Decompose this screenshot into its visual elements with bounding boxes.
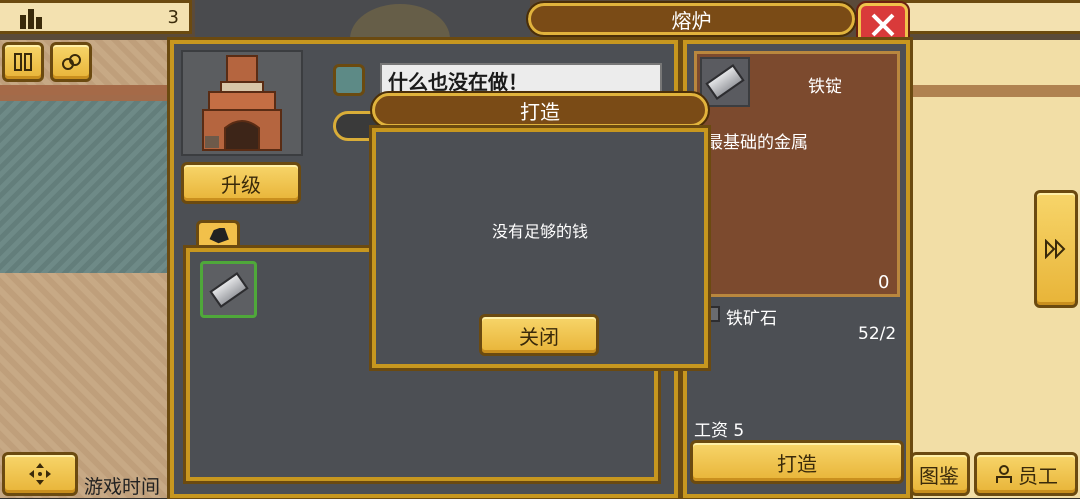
tag-icon bbox=[209, 228, 229, 244]
item-owned-count: 0 bbox=[878, 272, 890, 293]
iron-ingot-icon bbox=[208, 271, 249, 308]
item-name: 铁锭 bbox=[808, 77, 842, 97]
status-text: 什么也没在做！ bbox=[380, 63, 662, 97]
stones-icon bbox=[62, 54, 81, 70]
craft-dialog-title: 打造 bbox=[370, 91, 710, 129]
dialog-close-button[interactable]: 关闭 bbox=[479, 314, 599, 356]
double-chevron-right-icon bbox=[1045, 239, 1066, 259]
background-tile-area bbox=[0, 95, 175, 273]
move-button[interactable] bbox=[2, 452, 78, 496]
item-description: 最基础的金属 bbox=[706, 133, 808, 153]
move-icon bbox=[29, 463, 51, 485]
staff-icon bbox=[996, 465, 1012, 483]
codex-button[interactable]: 图鉴 bbox=[910, 452, 970, 496]
pause-button[interactable] bbox=[2, 42, 44, 82]
staff-button[interactable]: 员工 bbox=[974, 452, 1078, 496]
dialog-message: 没有足够的钱 bbox=[491, 222, 588, 241]
item-icon-frame bbox=[700, 57, 750, 107]
furnace-image bbox=[181, 50, 303, 156]
iron-ingot-icon bbox=[705, 64, 745, 100]
material-count: 52/2 bbox=[858, 324, 897, 344]
wage-label: 工资 5 bbox=[694, 421, 745, 441]
ore-icon bbox=[706, 306, 720, 322]
craft-button[interactable]: 打造 bbox=[690, 440, 904, 484]
status-checkbox[interactable] bbox=[333, 64, 365, 96]
window-title: 熔炉 bbox=[526, 1, 857, 37]
buildings-icon bbox=[20, 9, 42, 29]
close-icon bbox=[871, 13, 895, 37]
staff-label: 员工 bbox=[1018, 463, 1058, 488]
background-stripe-right bbox=[905, 85, 1080, 97]
material-name: 铁矿石 bbox=[726, 309, 777, 329]
upgrade-button[interactable]: 升级 bbox=[181, 162, 301, 204]
recipe-slot-iron-ingot[interactable] bbox=[200, 261, 257, 318]
next-page-button[interactable] bbox=[1034, 190, 1078, 308]
pause-icon bbox=[14, 53, 32, 71]
top-right-bar bbox=[880, 0, 1080, 34]
resources-button[interactable] bbox=[50, 42, 92, 82]
building-count-bar: 3 bbox=[0, 0, 192, 34]
game-time-label: 游戏时间 bbox=[84, 476, 161, 498]
furnace-icon bbox=[202, 55, 282, 151]
building-count: 3 bbox=[167, 7, 179, 28]
